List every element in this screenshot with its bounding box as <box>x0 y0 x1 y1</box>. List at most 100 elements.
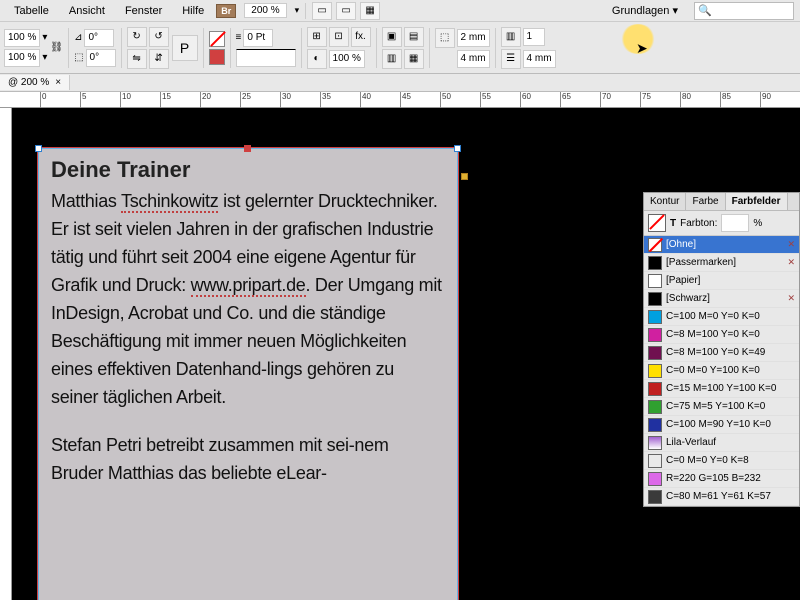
dropdown-icon[interactable]: ▾ <box>42 32 47 43</box>
scale-x-input[interactable]: 100 % <box>4 29 40 47</box>
menu-ansicht[interactable]: Ansicht <box>61 3 113 19</box>
farbton-label: Farbton: <box>680 218 717 229</box>
search-icon: 🔍 <box>698 4 712 17</box>
swatch-lila-verlauf[interactable]: Lila-Verlauf <box>644 434 799 452</box>
wrap-bound-icon[interactable]: ▤ <box>404 27 424 47</box>
ruler-tick: 10 <box>120 92 131 108</box>
close-icon[interactable]: × <box>55 77 61 88</box>
heading-text: Deine Trainer <box>51 157 445 183</box>
swatch-light-gray[interactable]: C=0 M=0 Y=0 K=8 <box>644 452 799 470</box>
wrap-none-icon[interactable]: ▣ <box>382 27 402 47</box>
document-tab[interactable]: @ 200 % × <box>0 75 70 90</box>
ruler-tick: 25 <box>240 92 251 108</box>
zoom-dropdown-icon[interactable]: ▾ <box>295 5 300 16</box>
corner-radius-2-input[interactable]: 4 mm <box>457 50 490 68</box>
swatch-none[interactable]: [Ohne]✕ <box>644 236 799 254</box>
tab-farbfelder[interactable]: Farbfelder <box>726 193 788 210</box>
swatch-blue[interactable]: C=100 M=90 Y=10 K=0 <box>644 416 799 434</box>
document-tabstrip: @ 200 % × <box>0 74 800 92</box>
swatch-schwarz[interactable]: [Schwarz]✕ <box>644 290 799 308</box>
swatch-dark-gray[interactable]: C=80 M=61 Y=61 K=57 <box>644 488 799 506</box>
ruler-tick: 35 <box>320 92 331 108</box>
menu-tabelle[interactable]: Tabelle <box>6 3 57 19</box>
ruler-tick: 55 <box>480 92 491 108</box>
ruler-tick: 85 <box>720 92 731 108</box>
columns-input[interactable]: 1 <box>523 28 545 46</box>
rotate-cw-icon[interactable]: ↻ <box>127 27 147 47</box>
bridge-icon[interactable]: Br <box>216 4 236 18</box>
ruler-tick: 70 <box>600 92 611 108</box>
body-paragraph-2: Stefan Petri betreibt zusammen mit sei-n… <box>51 431 445 487</box>
tab-label: @ 200 % <box>8 77 49 88</box>
stroke-weight-icon: ≡ <box>236 32 242 43</box>
ruler-tick: 45 <box>400 92 411 108</box>
wrap-jump-icon[interactable]: ▦ <box>404 49 424 69</box>
text-frame[interactable]: Deine Trainer Matthias Tschinkowitz ist … <box>38 148 458 600</box>
rotate-icon: ⊿ <box>74 32 82 43</box>
arrange-icon[interactable]: ▦ <box>360 2 380 20</box>
tint-input[interactable] <box>721 214 749 232</box>
tab-farbe[interactable]: Farbe <box>686 193 725 210</box>
selection-handle[interactable] <box>35 145 42 152</box>
screen-mode-icon[interactable]: ▭ <box>336 2 356 20</box>
fill-swatch[interactable] <box>209 31 225 47</box>
corner-icon[interactable]: ⬚ <box>435 28 455 48</box>
horizontal-ruler[interactable]: 0 5 10 15 20 25 30 35 40 45 50 55 60 65 … <box>0 92 800 108</box>
columns-icon[interactable]: ▥ <box>501 27 521 47</box>
pct-label: % <box>753 218 762 229</box>
flip-h-icon[interactable]: ⇋ <box>127 49 147 69</box>
wrap-shape-icon[interactable]: ▥ <box>382 49 402 69</box>
stroke-style-input[interactable] <box>236 49 296 67</box>
swatch-magenta[interactable]: C=8 M=100 Y=0 K=0 <box>644 326 799 344</box>
auto-fit-icon[interactable]: ⊞ <box>307 27 327 47</box>
stroke-swatch[interactable] <box>209 49 225 65</box>
ruler-tick: 5 <box>80 92 86 108</box>
swatch-green[interactable]: C=75 M=5 Y=100 K=0 <box>644 398 799 416</box>
stroke-weight-input[interactable]: 0 Pt <box>243 29 273 47</box>
shear-input[interactable]: 0° <box>86 49 116 67</box>
body-paragraph-1: Matthias Tschinkowitz ist gelernter Druc… <box>51 187 445 411</box>
swatch-passermarken[interactable]: [Passermarken]✕ <box>644 254 799 272</box>
selection-handle[interactable] <box>454 145 461 152</box>
menu-bar: Tabelle Ansicht Fenster Hilfe Br 200 % ▾… <box>0 0 800 22</box>
menu-fenster[interactable]: Fenster <box>117 3 170 19</box>
vertical-ruler[interactable] <box>0 108 12 600</box>
ruler-tick: 80 <box>680 92 691 108</box>
selection-handle[interactable] <box>244 145 251 152</box>
swatch-red[interactable]: C=15 M=100 Y=100 K=0 <box>644 380 799 398</box>
rotation-input[interactable]: 0° <box>84 29 114 47</box>
menu-hilfe[interactable]: Hilfe <box>174 3 212 19</box>
zoom-level[interactable]: 200 % <box>244 3 286 18</box>
swatch-papier[interactable]: [Papier] <box>644 272 799 290</box>
view-mode-icon[interactable]: ▭ <box>312 2 332 20</box>
paragraph-icon[interactable]: P <box>172 35 198 61</box>
content-fit-icon[interactable]: ⊡ <box>329 27 349 47</box>
swatch-pink[interactable]: R=220 G=105 B=232 <box>644 470 799 488</box>
swatches-panel: Kontur Farbe Farbfelder T Farbton: % [Oh… <box>643 192 800 507</box>
tab-kontur[interactable]: Kontur <box>644 193 686 210</box>
ruler-tick: 50 <box>440 92 451 108</box>
link-icon[interactable]: ⛓ <box>50 42 63 53</box>
fill-proxy[interactable] <box>648 214 666 232</box>
swatch-cyan[interactable]: C=100 M=0 Y=0 K=0 <box>644 308 799 326</box>
ruler-tick: 75 <box>640 92 651 108</box>
fx-button[interactable]: fx. <box>351 27 371 47</box>
balance-icon[interactable]: ☰ <box>501 49 521 69</box>
flip-v-icon[interactable]: ⇵ <box>149 49 169 69</box>
shear-icon: ⬚ <box>74 52 83 63</box>
overset-indicator[interactable] <box>461 173 468 180</box>
swatch-yellow[interactable]: C=0 M=0 Y=100 K=0 <box>644 362 799 380</box>
ruler-tick: 30 <box>280 92 291 108</box>
text-format-icon[interactable]: T <box>670 218 676 229</box>
link-pripart[interactable]: www.pripart.de <box>191 275 306 297</box>
search-input[interactable]: 🔍 <box>694 2 794 20</box>
opacity-input[interactable]: 100 % <box>329 50 365 68</box>
rotate-ccw-icon[interactable]: ↺ <box>149 27 169 47</box>
dropdown-icon[interactable]: ▾ <box>42 52 47 63</box>
corner-radius-input[interactable]: 2 mm <box>457 29 490 47</box>
gutter-input[interactable]: 4 mm <box>523 50 556 68</box>
workspace-switcher[interactable]: Grundlagen ▾ <box>604 3 686 18</box>
swatch-dark-magenta[interactable]: C=8 M=100 Y=0 K=49 <box>644 344 799 362</box>
ruler-tick: 20 <box>200 92 211 108</box>
scale-y-input[interactable]: 100 % <box>4 49 40 67</box>
